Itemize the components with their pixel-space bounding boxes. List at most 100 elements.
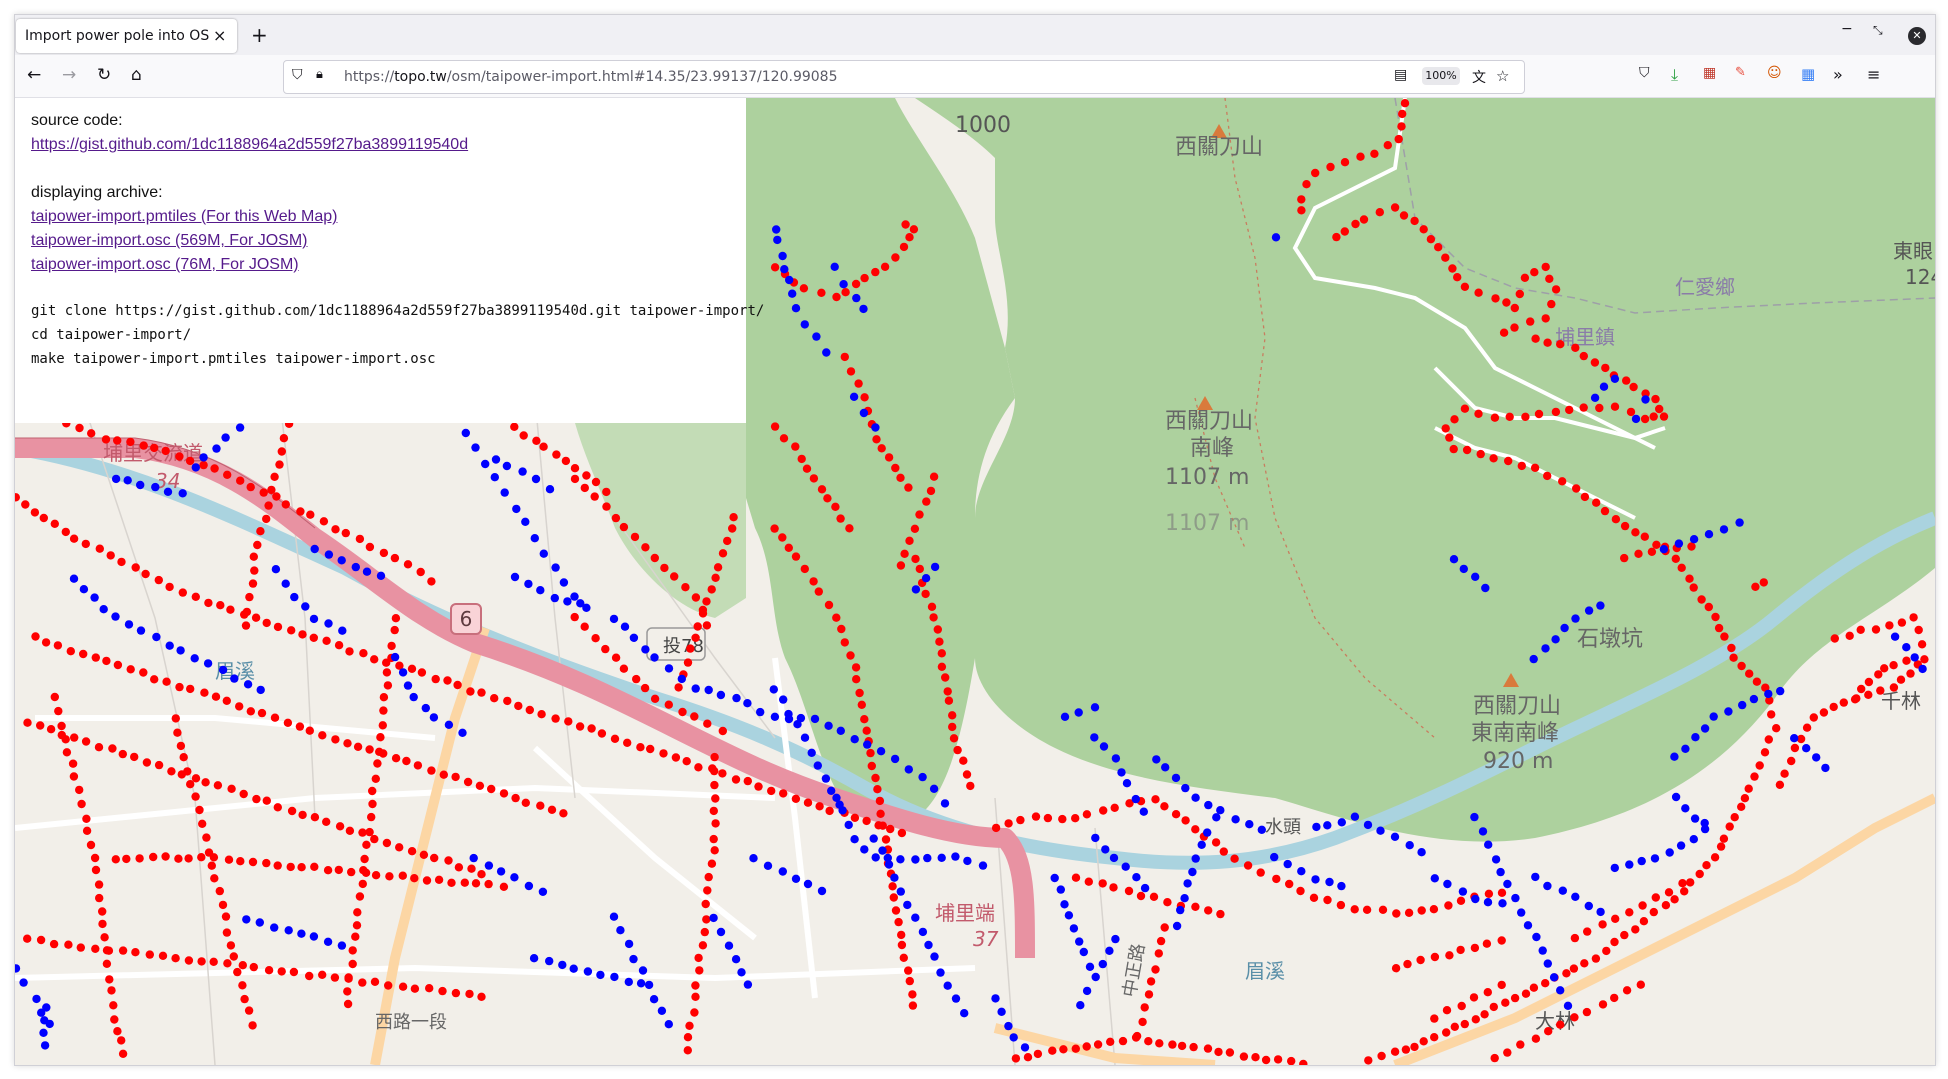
power-pole-dot[interactable] <box>582 471 591 480</box>
power-pole-dot[interactable] <box>1505 412 1514 421</box>
power-pole-dot[interactable] <box>1631 528 1640 537</box>
power-pole-dot[interactable] <box>343 739 352 748</box>
power-pole-dot[interactable] <box>691 593 701 602</box>
power-pole-dot[interactable] <box>1219 847 1229 856</box>
power-pole-dot[interactable] <box>564 717 573 726</box>
power-pole-dot[interactable] <box>1138 1017 1147 1027</box>
power-pole-dot[interactable] <box>1156 936 1166 946</box>
power-pole-dot[interactable] <box>552 450 561 459</box>
power-pole-dot[interactable] <box>77 799 86 809</box>
power-pole-dot[interactable] <box>1625 860 1634 869</box>
power-pole-dot[interactable] <box>1098 959 1108 969</box>
power-pole-dot[interactable] <box>295 722 305 731</box>
power-pole-dot[interactable] <box>1852 694 1861 703</box>
power-pole-dot[interactable] <box>451 772 460 782</box>
power-pole-dot[interactable] <box>824 600 834 610</box>
power-pole-dot[interactable] <box>477 688 486 697</box>
power-pole-dot[interactable] <box>1610 402 1620 411</box>
power-pole-dot[interactable] <box>438 986 447 996</box>
power-pole-dot[interactable] <box>1273 1055 1283 1064</box>
power-pole-dot[interactable] <box>1090 703 1100 712</box>
power-pole-dot[interactable] <box>199 453 208 462</box>
power-pole-dot[interactable] <box>876 747 886 756</box>
power-pole-dot[interactable] <box>141 569 150 579</box>
power-pole-dot[interactable] <box>410 874 419 883</box>
power-pole-dot[interactable] <box>105 975 114 984</box>
power-pole-dot[interactable] <box>694 763 703 772</box>
power-pole-dot[interactable] <box>869 834 878 843</box>
power-pole-dot[interactable] <box>167 767 176 776</box>
power-pole-dot[interactable] <box>382 668 392 677</box>
power-pole-dot[interactable] <box>1296 886 1305 896</box>
power-pole-dot[interactable] <box>905 976 914 986</box>
power-pole-dot[interactable] <box>104 946 114 955</box>
power-pole-dot[interactable] <box>1914 625 1923 635</box>
back-icon[interactable]: ← <box>27 65 41 85</box>
power-pole-dot[interactable] <box>150 443 159 453</box>
power-pole-dot[interactable] <box>948 711 957 720</box>
power-pole-dot[interactable] <box>152 632 161 642</box>
power-pole-dot[interactable] <box>46 725 56 734</box>
power-pole-dot[interactable] <box>204 598 213 608</box>
power-pole-dot[interactable] <box>691 992 700 1001</box>
power-pole-dot[interactable] <box>1442 1006 1452 1015</box>
power-pole-dot[interactable] <box>1580 959 1589 968</box>
power-pole-dot[interactable] <box>1638 901 1647 910</box>
power-pole-dot[interactable] <box>41 638 51 647</box>
power-pole-dot[interactable] <box>1579 403 1588 412</box>
power-pole-dot[interactable] <box>75 423 84 433</box>
power-pole-dot[interactable] <box>1821 763 1830 773</box>
power-pole-dot[interactable] <box>878 846 887 855</box>
power-pole-dot[interactable] <box>587 724 596 733</box>
power-pole-dot[interactable] <box>1580 492 1590 502</box>
power-pole-dot[interactable] <box>355 892 365 901</box>
power-pole-dot[interactable] <box>262 514 271 524</box>
power-pole-dot[interactable] <box>1071 873 1081 882</box>
power-pole-dot[interactable] <box>904 765 913 774</box>
power-pole-dot[interactable] <box>70 733 79 742</box>
power-pole-dot[interactable] <box>1787 756 1796 766</box>
power-pole-dot[interactable] <box>707 859 717 868</box>
power-pole-dot[interactable] <box>1704 602 1714 612</box>
power-pole-dot[interactable] <box>1471 894 1480 904</box>
power-pole-dot[interactable] <box>1570 933 1580 943</box>
power-pole-dot[interactable] <box>1401 1045 1411 1054</box>
power-pole-dot[interactable] <box>1515 289 1525 299</box>
power-pole-dot[interactable] <box>780 265 789 274</box>
power-pole-dot[interactable] <box>345 826 355 835</box>
power-pole-dot[interactable] <box>1059 1045 1068 1054</box>
power-pole-dot[interactable] <box>793 720 802 729</box>
power-pole-dot[interactable] <box>930 952 939 961</box>
power-pole-dot[interactable] <box>439 770 448 779</box>
power-pole-dot[interactable] <box>702 597 711 606</box>
power-pole-dot[interactable] <box>609 912 619 921</box>
power-pole-dot[interactable] <box>1558 886 1568 895</box>
power-pole-dot[interactable] <box>580 483 589 493</box>
power-pole-dot[interactable] <box>1596 601 1605 610</box>
power-pole-dot[interactable] <box>1590 393 1600 402</box>
power-pole-dot[interactable] <box>1538 946 1547 955</box>
power-pole-dot[interactable] <box>841 288 850 297</box>
power-pole-dot[interactable] <box>270 923 279 932</box>
power-pole-dot[interactable] <box>966 781 975 791</box>
power-pole-dot[interactable] <box>846 651 855 660</box>
power-pole-dot[interactable] <box>378 721 387 730</box>
power-pole-dot[interactable] <box>731 775 741 784</box>
power-pole-dot[interactable] <box>1225 1048 1235 1057</box>
power-pole-dot[interactable] <box>179 753 188 762</box>
power-pole-dot[interactable] <box>1430 952 1440 962</box>
power-pole-dot[interactable] <box>185 456 195 466</box>
power-pole-dot[interactable] <box>817 485 827 494</box>
power-pole-dot[interactable] <box>1529 654 1538 664</box>
power-pole-dot[interactable] <box>1556 1020 1565 1029</box>
power-pole-dot[interactable] <box>1410 216 1419 226</box>
power-pole-dot[interactable] <box>358 978 367 987</box>
power-pole-dot[interactable] <box>860 845 869 854</box>
power-pole-dot[interactable] <box>1874 670 1883 679</box>
power-pole-dot[interactable] <box>779 789 788 798</box>
power-pole-dot[interactable] <box>911 585 921 594</box>
power-pole-dot[interactable] <box>1056 885 1066 894</box>
power-pole-dot[interactable] <box>904 966 913 975</box>
power-pole-dot[interactable] <box>711 573 720 582</box>
power-pole-dot[interactable] <box>897 940 907 950</box>
